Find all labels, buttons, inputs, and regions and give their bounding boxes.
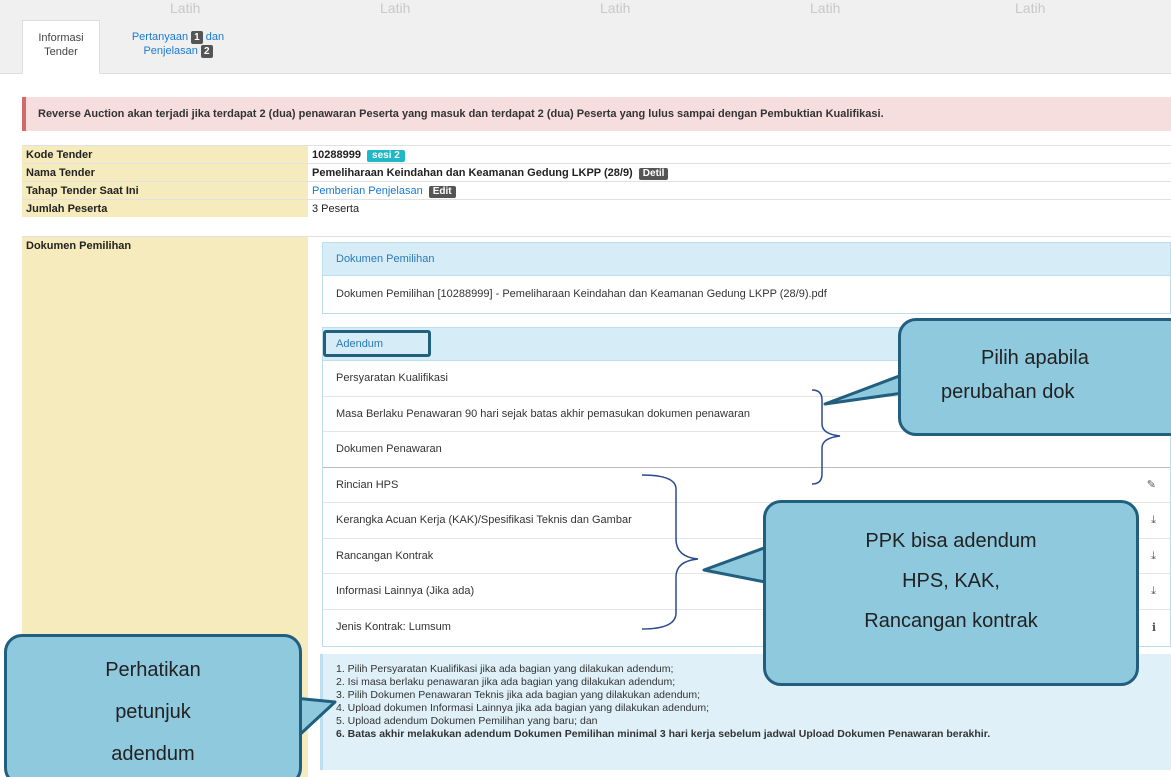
row-value: 10288999 sesi 2 xyxy=(308,146,1171,163)
nama-tender-value: Pemeliharaan Keindahan dan Keamanan Gedu… xyxy=(312,167,633,179)
callout-text: perubahan dok xyxy=(941,381,1075,403)
upload-icon[interactable]: ⤓ xyxy=(1151,539,1156,575)
count-badge: 1 xyxy=(191,31,203,44)
tab-label: Tender xyxy=(44,46,78,58)
item-label: Dokumen Penawaran xyxy=(336,443,442,455)
instruction-item: 3. Pilih Dokumen Penawaran Teknis jika a… xyxy=(336,689,701,701)
callout-text: Pilih apabila xyxy=(981,347,1089,369)
detil-button[interactable]: Detil xyxy=(638,168,669,180)
table-row: Kode Tender 10288999 sesi 2 xyxy=(22,145,1171,163)
watermark-text: Latih xyxy=(810,0,841,16)
item-label: Persyaratan Kualifikasi xyxy=(336,372,448,384)
jumlah-peserta-value: 3 Peserta xyxy=(312,203,360,215)
callout-perhatikan-petunjuk: Perhatikan petunjuk adendum xyxy=(4,634,302,777)
tab-pertanyaan-penjelasan[interactable]: Pertanyaan 1 dan Penjelasan 2 xyxy=(108,20,248,74)
instruction-item: 6. Batas akhir melakukan adendum Dokumen… xyxy=(336,728,991,740)
reverse-auction-alert: Reverse Auction akan terjadi jika terdap… xyxy=(22,97,1171,131)
tab-informasi-tender[interactable]: Informasi Tender xyxy=(22,20,100,74)
row-label: Kode Tender xyxy=(22,146,308,163)
edit-icon[interactable]: ✎ xyxy=(1147,468,1156,504)
adendum-item-dokumen-penawaran[interactable]: Dokumen Penawaran xyxy=(323,432,1170,468)
edit-button[interactable]: Edit xyxy=(428,186,456,198)
count-badge: 2 xyxy=(200,45,213,58)
tab-label: dan xyxy=(205,31,225,43)
adendum-item-rincian-hps[interactable]: Rincian HPS ✎ xyxy=(323,468,1170,504)
kode-tender-value: 10288999 xyxy=(312,149,361,161)
callout-text: petunjuk xyxy=(115,701,191,723)
table-row: Tahap Tender Saat Ini Pemberian Penjelas… xyxy=(22,181,1171,199)
table-row: Nama Tender Pemeliharaan Keindahan dan K… xyxy=(22,163,1171,181)
instruction-item: 5. Upload adendum Dokumen Pemilihan yang… xyxy=(336,715,598,727)
tab-label: Penjelasan xyxy=(143,45,198,57)
watermark-text: Latih xyxy=(380,0,411,16)
callout-text: adendum xyxy=(111,743,195,765)
callout-text: PPK bisa adendum xyxy=(865,530,1037,552)
callout-text: Rancangan kontrak xyxy=(864,610,1038,632)
row-value: Pemeliharaan Keindahan dan Keamanan Gedu… xyxy=(308,164,1171,181)
session-badge: sesi 2 xyxy=(367,150,405,162)
callout-ppk-adendum: PPK bisa adendum HPS, KAK, Rancangan kon… xyxy=(763,500,1139,686)
watermark-text: Latih xyxy=(170,0,201,16)
watermark-text: Latih xyxy=(1015,0,1046,16)
item-label: Kerangka Acuan Kerja (KAK)/Spesifikasi T… xyxy=(336,514,632,526)
dokumen-file-link[interactable]: Dokumen Pemilihan [10288999] - Pemelihar… xyxy=(323,276,1170,313)
info-icon[interactable]: i xyxy=(1152,610,1156,646)
callout-pilih-apabila: Pilih apabila perubahan dok xyxy=(898,318,1171,436)
upload-icon[interactable]: ⤓ xyxy=(1151,503,1156,539)
row-value: Pemberian Penjelasan Edit xyxy=(308,182,1171,199)
item-label: Masa Berlaku Penawaran 90 hari sejak bat… xyxy=(336,407,750,420)
item-label: Rancangan Kontrak xyxy=(336,549,434,562)
instruction-item: 4. Upload dokumen Informasi Lainnya jika… xyxy=(336,702,709,714)
item-label: Rincian HPS xyxy=(336,478,399,491)
brace-annotation xyxy=(641,474,699,630)
item-label: Jenis Kontrak: Lumsum xyxy=(336,620,451,633)
panel-title: Dokumen Pemilihan xyxy=(323,243,1170,276)
row-label: Nama Tender xyxy=(22,164,308,181)
adendum-highlight-frame xyxy=(323,330,431,357)
tab-label: Pertanyaan xyxy=(131,31,189,43)
watermark-text: Latih xyxy=(600,0,631,16)
tender-info-table: Kode Tender 10288999 sesi 2 Nama Tender … xyxy=(22,145,1171,217)
row-label: Tahap Tender Saat Ini xyxy=(22,182,308,199)
tab-label: Informasi xyxy=(38,32,84,44)
tahap-link[interactable]: Pemberian Penjelasan xyxy=(312,185,423,197)
callout-text: Perhatikan xyxy=(105,659,201,681)
table-row: Jumlah Peserta 3 Peserta xyxy=(22,199,1171,217)
callout-text: HPS, KAK, xyxy=(902,570,1000,592)
row-label: Jumlah Peserta xyxy=(22,200,308,217)
tab-bar: Latih Latih Latih Latih Latih Informasi … xyxy=(0,0,1171,74)
upload-icon[interactable]: ⤓ xyxy=(1151,574,1156,610)
dokumen-pemilihan-panel: Dokumen Pemilihan Dokumen Pemilihan [102… xyxy=(322,242,1171,314)
item-label: Informasi Lainnya (Jika ada) xyxy=(336,585,475,597)
